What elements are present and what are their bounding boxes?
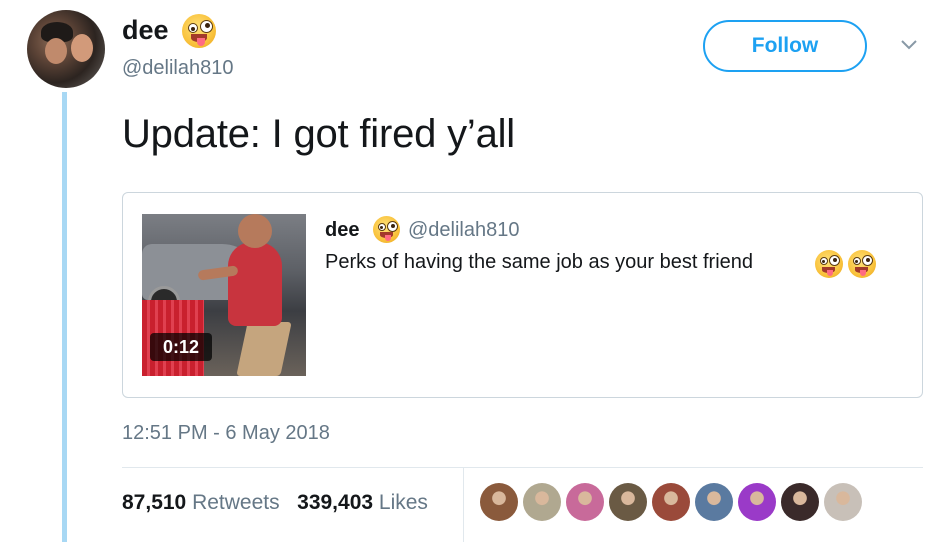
liker-avatar[interactable] — [480, 483, 518, 521]
follow-button[interactable]: Follow — [703, 20, 867, 72]
tweet-stats: 87,510 Retweets 339,403 Likes — [122, 491, 428, 515]
thread-line — [62, 92, 67, 542]
liker-avatar[interactable] — [738, 483, 776, 521]
zany-face-emoji-icon — [815, 250, 843, 278]
divider — [122, 467, 923, 468]
stats-divider — [463, 468, 464, 542]
liker-avatar[interactable] — [566, 483, 604, 521]
quoted-tweet-text: Perks of having the same job as your bes… — [325, 251, 754, 273]
liker-avatar[interactable] — [824, 483, 862, 521]
liker-avatar[interactable] — [523, 483, 561, 521]
author-display-name[interactable]: dee — [122, 15, 169, 46]
quoted-author-name: dee — [325, 219, 360, 241]
video-duration-badge: 0:12 — [150, 333, 212, 361]
liker-avatar[interactable] — [652, 483, 690, 521]
chevron-down-icon[interactable] — [900, 38, 918, 52]
retweets-stat[interactable]: 87,510 Retweets — [122, 491, 280, 514]
author-handle[interactable]: @delilah810 — [122, 57, 234, 80]
zany-face-emoji-icon — [848, 250, 876, 278]
liker-avatar[interactable] — [781, 483, 819, 521]
liker-avatars — [480, 483, 862, 521]
liker-avatar[interactable] — [695, 483, 733, 521]
quoted-author-handle: @delilah810 — [408, 219, 520, 241]
avatar[interactable] — [27, 10, 105, 88]
zany-face-emoji-icon — [182, 14, 216, 48]
likes-stat[interactable]: 339,403 Likes — [297, 491, 428, 514]
liker-avatar[interactable] — [609, 483, 647, 521]
tweet-text: Update: I got fired y’all — [122, 112, 515, 156]
tweet-timestamp[interactable]: 12:51 PM - 6 May 2018 — [122, 422, 330, 445]
zany-face-emoji-icon — [373, 216, 400, 243]
